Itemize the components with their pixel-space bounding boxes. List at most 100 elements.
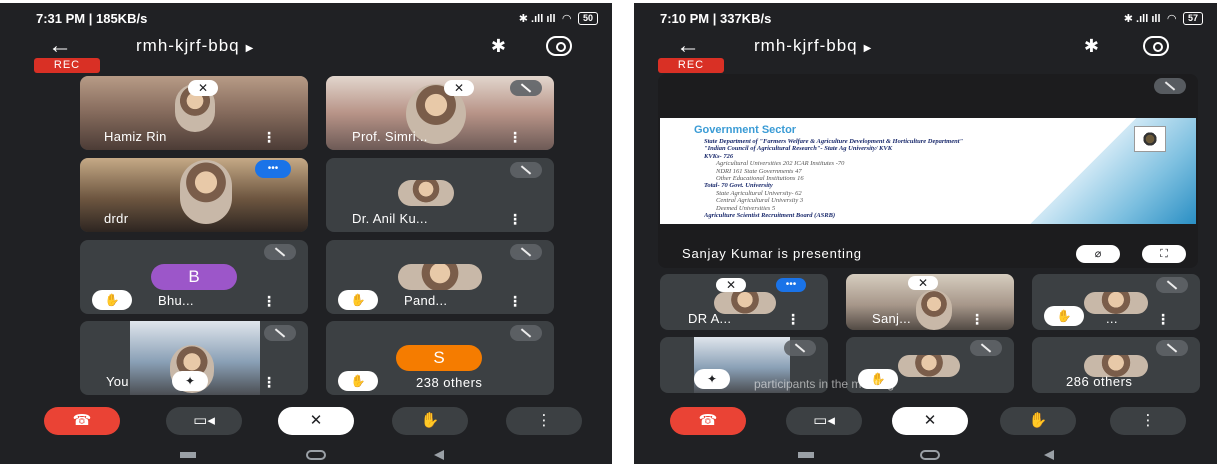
mic-off-icon: ✕ — [908, 276, 938, 290]
raise-hand-icon: ✋ — [338, 371, 378, 391]
emblem-logo — [1134, 126, 1166, 152]
battery-icon: 57 — [1182, 11, 1203, 25]
presenting-label: Sanjay Kumar is presenting — [682, 246, 862, 261]
caret-right-icon: ▶ — [245, 43, 255, 54]
participant-tile[interactable]: ✋ ... ⋮ — [1032, 274, 1200, 330]
slide-bullet: Total- 70 Govt. University — [704, 182, 773, 190]
mic-off-icon — [970, 340, 1002, 356]
call-controls: ☎ ▭◂ ✕ ✋ ⋮ — [0, 407, 612, 437]
more-vert-icon[interactable]: ⋮ — [506, 407, 582, 435]
arrow-back-icon[interactable]: ← — [48, 34, 72, 58]
participant-tile[interactable]: Dr. Anil Ku... ⋮ — [326, 158, 554, 232]
participant-tile[interactable]: ✕ Hamiz Rin ⋮ — [80, 76, 308, 150]
participant-avatar — [398, 264, 482, 290]
participant-name: drdr — [104, 211, 129, 226]
switch-camera-icon[interactable] — [546, 36, 572, 56]
participant-name: Pand... — [404, 293, 448, 308]
presentation-tile[interactable]: Government Sector State Department of "F… — [658, 74, 1198, 268]
participant-name: You — [106, 374, 129, 389]
others-tile[interactable]: S ✋ 238 others — [326, 321, 554, 395]
switch-camera-icon[interactable] — [1143, 36, 1169, 56]
participant-name: Sanj... — [872, 311, 911, 326]
camera-icon[interactable]: ▭◂ — [166, 407, 242, 435]
participant-name: DR A... — [688, 311, 732, 326]
participant-name: Bhu... — [158, 293, 194, 308]
slide-bullet: Other Educational Institutions 16 — [716, 175, 804, 183]
mic-off-icon — [1154, 78, 1186, 94]
participant-avatar: S — [396, 345, 482, 371]
more-vert-icon[interactable]: ⋮ — [508, 129, 522, 146]
meeting-code[interactable]: rmh-kjrf-bbq ▶ — [754, 36, 872, 56]
effects-icon[interactable]: ✦ — [694, 369, 730, 389]
end-call-icon[interactable]: ☎ — [670, 407, 746, 435]
slide-bullet: NDRI 161 State Governments 47 — [716, 167, 802, 175]
recents-icon[interactable] — [798, 452, 814, 458]
slide-bullet: "Indian Council of Agricultural Research… — [704, 145, 893, 153]
rec-badge: REC — [34, 58, 100, 73]
slide-bullet: Agricultural Universities 202 ICAR Insti… — [716, 160, 845, 168]
participant-name: Hamiz Rin — [104, 129, 167, 144]
android-navbar — [634, 449, 1217, 461]
rec-badge: REC — [658, 58, 724, 73]
participant-tile[interactable]: ✋ Pand... ⋮ — [326, 240, 554, 314]
slide-bullet: State Agricultural University- 62 — [716, 189, 802, 197]
participant-face — [180, 160, 232, 224]
home-icon[interactable] — [306, 450, 326, 460]
home-icon[interactable] — [920, 450, 940, 460]
more-vert-icon[interactable]: ⋮ — [1110, 407, 1186, 435]
mic-off-icon: ✕ — [444, 80, 474, 96]
participant-tile[interactable]: ✕ Prof. Simri... ⋮ — [326, 76, 554, 150]
more-vert-icon[interactable]: ⋮ — [1156, 311, 1170, 328]
end-call-icon[interactable]: ☎ — [44, 407, 120, 435]
slide-bullets: State Department of "Farmers Welfare & A… — [704, 138, 1034, 219]
self-tile[interactable]: ✦ You ⋮ — [80, 321, 308, 395]
slide-bullet: State Department of "Farmers Welfare & A… — [704, 138, 964, 145]
more-vert-icon[interactable]: ⋮ — [262, 293, 276, 310]
effects-icon[interactable]: ✦ — [172, 371, 208, 391]
more-vert-icon[interactable]: ⋮ — [508, 211, 522, 228]
others-count: 286 others — [1066, 374, 1133, 389]
participant-face — [916, 290, 952, 330]
more-vert-icon[interactable]: ⋮ — [508, 293, 522, 310]
back-icon[interactable] — [434, 450, 444, 460]
participant-name: ... — [1106, 311, 1118, 326]
more-vert-icon[interactable]: ⋮ — [786, 311, 800, 328]
status-bar: 7:31 PM | 185KB/s ✱ .ıll ıll ◠ 50 — [0, 8, 612, 28]
arrow-back-icon[interactable]: ← — [676, 34, 700, 58]
participant-tile[interactable]: ••• drdr — [80, 158, 308, 232]
mic-off-icon — [510, 325, 542, 341]
mic-off-icon — [264, 244, 296, 260]
mic-off-icon[interactable]: ✕ — [892, 407, 968, 435]
mic-off-icon: ✕ — [188, 80, 218, 96]
camera-icon[interactable]: ▭◂ — [786, 407, 862, 435]
participant-tile[interactable]: B ✋ Bhu... ⋮ — [80, 240, 308, 314]
unpin-icon[interactable]: ⌀ — [1076, 245, 1120, 263]
shared-slide: Government Sector State Department of "F… — [660, 118, 1196, 224]
participant-tile[interactable]: ✕ ••• DR A... ⋮ — [660, 274, 828, 330]
participant-avatar: B — [151, 264, 237, 290]
bluetooth-icon[interactable]: ✱ — [491, 36, 506, 57]
recents-icon[interactable] — [180, 452, 196, 458]
meeting-code[interactable]: rmh-kjrf-bbq ▶ — [136, 36, 254, 56]
raise-hand-icon: ✋ — [338, 290, 378, 310]
fullscreen-icon[interactable]: ⛶ — [1142, 245, 1186, 263]
mic-off-icon[interactable]: ✕ — [278, 407, 354, 435]
others-tile[interactable]: 286 others — [1032, 337, 1200, 393]
meet-screen-right: 7:10 PM | 337KB/s ✱ .ıll ıll ◠ 57 ← rmh-… — [634, 3, 1217, 464]
participant-avatar — [898, 355, 960, 377]
more-vert-icon[interactable]: ⋮ — [262, 129, 276, 146]
raise-hand-icon[interactable]: ✋ — [1000, 407, 1076, 435]
mic-off-icon — [510, 80, 542, 96]
more-vert-icon[interactable]: ⋮ — [262, 374, 276, 391]
raise-hand-icon[interactable]: ✋ — [392, 407, 468, 435]
speaking-indicator-icon: ••• — [255, 160, 291, 178]
caret-right-icon: ▶ — [863, 43, 873, 54]
participant-tile[interactable]: ✕ Sanj... ⋮ — [846, 274, 1014, 330]
slide-bullet: Agriculture Scientist Recruitment Board … — [704, 212, 836, 220]
bluetooth-icon[interactable]: ✱ — [1084, 36, 1099, 57]
wifi-icon: ◠ — [1167, 12, 1176, 25]
slide-bullet: Deemed Universities 5 — [716, 204, 776, 212]
more-vert-icon[interactable]: ⋮ — [970, 311, 984, 328]
battery-icon: 50 — [577, 11, 598, 25]
back-icon[interactable] — [1044, 450, 1054, 460]
